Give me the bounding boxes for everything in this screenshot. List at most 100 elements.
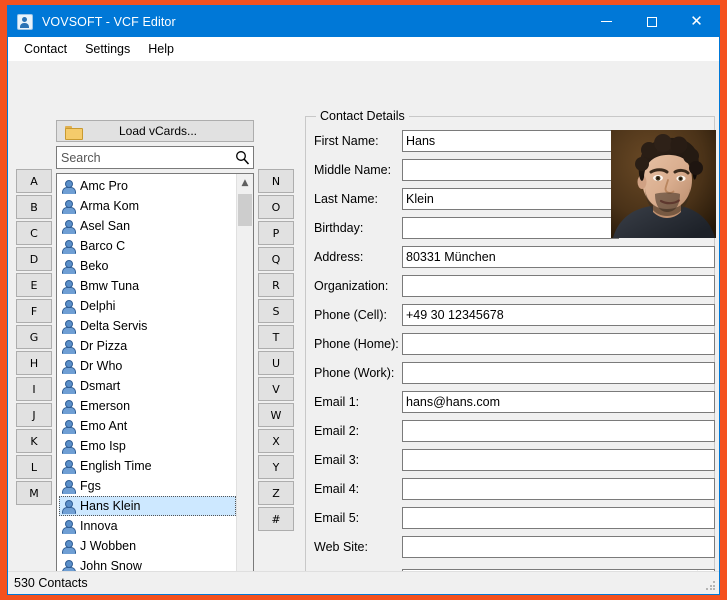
load-vcards-button[interactable]: Load vCards... <box>56 120 254 142</box>
menu-bar: Contact Settings Help <box>8 37 719 61</box>
field-input-address[interactable] <box>402 246 715 268</box>
contact-list-item[interactable]: Innova <box>59 516 236 536</box>
title-bar: VOVSOFT - VCF Editor ✕ <box>8 6 719 37</box>
field-input-email-5[interactable] <box>402 507 715 529</box>
application-window: VOVSOFT - VCF Editor ✕ Contact Settings … <box>7 5 720 595</box>
person-icon <box>61 279 76 294</box>
contact-list-item[interactable]: Hans Klein <box>59 496 236 516</box>
alpha-button-s[interactable]: S <box>258 299 294 323</box>
contact-list-item[interactable]: English Time <box>59 456 236 476</box>
contact-list-item[interactable]: Delta Servis <box>59 316 236 336</box>
alpha-button-x[interactable]: X <box>258 429 294 453</box>
alpha-button-k[interactable]: K <box>16 429 52 453</box>
contact-list-item[interactable]: Emo Isp <box>59 436 236 456</box>
contact-list-item[interactable]: Dr Pizza <box>59 336 236 356</box>
field-label: Email 1: <box>314 395 360 409</box>
alpha-button-c[interactable]: C <box>16 221 52 245</box>
alpha-button-j[interactable]: J <box>16 403 52 427</box>
field-input-web-site[interactable] <box>402 536 715 558</box>
search-icon[interactable] <box>231 147 253 168</box>
close-button[interactable]: ✕ <box>674 6 719 37</box>
alpha-button-u[interactable]: U <box>258 351 294 375</box>
contact-list-item[interactable]: Barco C <box>59 236 236 256</box>
contact-photo[interactable] <box>611 130 716 238</box>
alpha-button-g[interactable]: G <box>16 325 52 349</box>
alpha-button-y[interactable]: Y <box>258 455 294 479</box>
menu-item-help[interactable]: Help <box>139 39 183 59</box>
scrollbar-thumb[interactable] <box>238 194 252 226</box>
alpha-button-d[interactable]: D <box>16 247 52 271</box>
field-label: Phone (Work): <box>314 366 395 380</box>
search-box[interactable] <box>56 146 254 169</box>
field-input-last-name[interactable] <box>402 188 619 210</box>
window-controls: ✕ <box>584 6 719 37</box>
contact-name: Amc Pro <box>80 179 128 193</box>
person-icon <box>61 399 76 414</box>
contact-list-item[interactable]: Dr Who <box>59 356 236 376</box>
field-input-first-name[interactable] <box>402 130 619 152</box>
alpha-button-r[interactable]: R <box>258 273 294 297</box>
field-input-phone-home[interactable] <box>402 333 715 355</box>
alpha-button-h[interactable]: H <box>16 351 52 375</box>
menu-item-settings[interactable]: Settings <box>76 39 139 59</box>
alpha-button-hash[interactable]: # <box>258 507 294 531</box>
contact-list-item[interactable]: Asel San <box>59 216 236 236</box>
contact-list-item[interactable]: Delphi <box>59 296 236 316</box>
field-input-middle-name[interactable] <box>402 159 619 181</box>
alpha-button-f[interactable]: F <box>16 299 52 323</box>
alpha-button-e[interactable]: E <box>16 273 52 297</box>
alpha-button-t[interactable]: T <box>258 325 294 349</box>
alpha-button-a[interactable]: A <box>16 169 52 193</box>
field-row: Email 3: <box>314 449 715 471</box>
alpha-button-i[interactable]: I <box>16 377 52 401</box>
person-icon <box>61 459 76 474</box>
alpha-button-m[interactable]: M <box>16 481 52 505</box>
field-row: Organization: <box>314 275 715 297</box>
resize-grip-icon[interactable] <box>706 581 716 591</box>
minimize-button[interactable] <box>584 6 629 37</box>
details-pane: Contact Details First Name: Middle Name: L… <box>302 61 719 594</box>
field-input-email-3[interactable] <box>402 449 715 471</box>
alpha-button-p[interactable]: P <box>258 221 294 245</box>
contact-list-item[interactable]: Amc Pro <box>59 176 236 196</box>
person-icon <box>61 519 76 534</box>
contact-details-title: Contact Details <box>316 109 409 123</box>
alpha-button-z[interactable]: Z <box>258 481 294 505</box>
field-row: First Name: <box>314 130 619 152</box>
field-input-email-2[interactable] <box>402 420 715 442</box>
alpha-button-w[interactable]: W <box>258 403 294 427</box>
alpha-index-right: N O P Q R S T U V W X Y Z # <box>258 169 294 531</box>
field-input-birthday[interactable] <box>402 217 619 239</box>
contact-list-item[interactable]: J Wobben <box>59 536 236 556</box>
alpha-button-v[interactable]: V <box>258 377 294 401</box>
load-vcards-label: Load vCards... <box>118 124 198 138</box>
field-input-phone-cell[interactable] <box>402 304 715 326</box>
contact-list-item[interactable]: Emo Ant <box>59 416 236 436</box>
contact-list-item[interactable]: Dsmart <box>59 376 236 396</box>
alpha-button-o[interactable]: O <box>258 195 294 219</box>
contact-list-item[interactable]: Beko <box>59 256 236 276</box>
person-icon <box>61 499 76 514</box>
field-input-email-1[interactable] <box>402 391 715 413</box>
maximize-button[interactable] <box>629 6 674 37</box>
search-input[interactable] <box>57 147 231 168</box>
field-row: Email 4: <box>314 478 715 500</box>
field-input-organization[interactable] <box>402 275 715 297</box>
contact-name: Barco C <box>80 239 126 253</box>
alpha-button-q[interactable]: Q <box>258 247 294 271</box>
alpha-button-b[interactable]: B <box>16 195 52 219</box>
alpha-button-n[interactable]: N <box>258 169 294 193</box>
contact-name: J Wobben <box>80 539 137 553</box>
contact-list-item[interactable]: Bmw Tuna <box>59 276 236 296</box>
scroll-up-icon[interactable]: ▲ <box>237 174 253 191</box>
contacts-list[interactable]: Amc Pro Arma Kom Asel San Barco C Beko Bmw Tu… <box>56 173 254 594</box>
contact-list-item[interactable]: Emerson <box>59 396 236 416</box>
field-input-phone-work[interactable] <box>402 362 715 384</box>
contact-list-item[interactable]: Fgs <box>59 476 236 496</box>
field-input-email-4[interactable] <box>402 478 715 500</box>
alpha-button-l[interactable]: L <box>16 455 52 479</box>
contacts-list-scrollbar[interactable]: ▲ ▼ <box>236 174 253 594</box>
menu-item-contact[interactable]: Contact <box>15 39 76 59</box>
contact-name: Hans Klein <box>80 499 141 513</box>
contact-list-item[interactable]: Arma Kom <box>59 196 236 216</box>
